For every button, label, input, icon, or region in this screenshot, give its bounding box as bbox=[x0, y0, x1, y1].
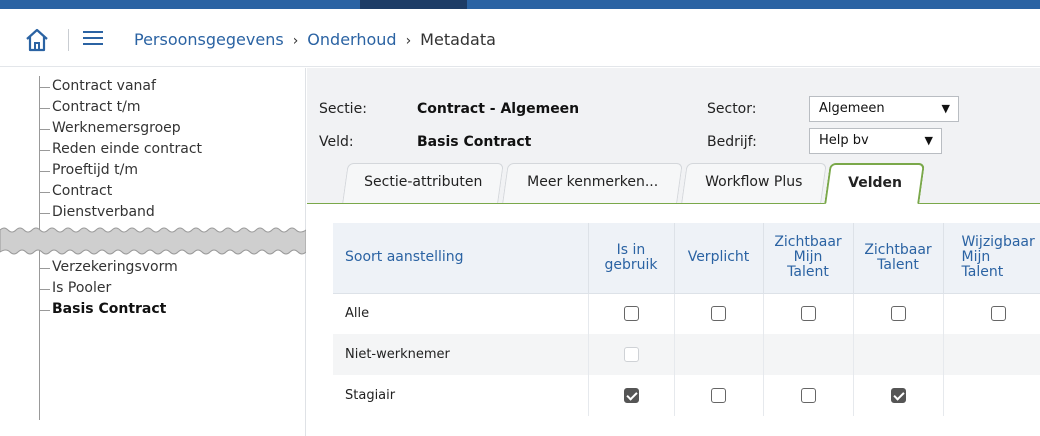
field-tree: Contract vanaf Contract t/m Werknemersgr… bbox=[0, 76, 202, 420]
sector-label: Sector: bbox=[707, 101, 757, 117]
checkbox[interactable] bbox=[800, 388, 816, 403]
breadcrumb: Persoonsgegevens › Onderhoud › Metadata bbox=[134, 30, 496, 49]
checkbox bbox=[623, 347, 639, 362]
tree-item-contract[interactable]: Contract bbox=[0, 181, 202, 202]
velden-content: Soort aanstelling Is in gebruik Verplich… bbox=[307, 204, 1040, 436]
table-cell bbox=[587, 375, 674, 416]
table-cell bbox=[587, 334, 674, 375]
column-header-zichtbaar-talent[interactable]: Zichtbaar Talent bbox=[852, 223, 943, 294]
tree-item-dienstverband[interactable]: Dienstverband bbox=[0, 202, 202, 223]
table-cell bbox=[942, 375, 1040, 416]
tab-sectie-attributen[interactable]: Sectie-attributen bbox=[342, 163, 504, 203]
tree-item-is-pooler[interactable]: Is Pooler bbox=[0, 278, 202, 299]
column-header-verplicht[interactable]: Verplicht bbox=[673, 223, 763, 294]
column-header-zichtbaar-mijn-talent[interactable]: Zichtbaar Mijn Talent bbox=[762, 223, 853, 294]
veld-label: Veld: bbox=[319, 134, 354, 150]
table-cell bbox=[673, 293, 763, 334]
tree-item-contract-tm[interactable]: Contract t/m bbox=[0, 97, 202, 118]
column-header-wijzigbaar-mijn-talent[interactable]: Wijzigbaar Mijn Talent bbox=[942, 223, 1040, 294]
table-row: Stagiair bbox=[333, 375, 1040, 416]
breadcrumb-current: Metadata bbox=[420, 30, 496, 49]
table-cell bbox=[852, 334, 943, 375]
table-cell bbox=[762, 334, 853, 375]
table-row: Niet-werknemer bbox=[333, 334, 1040, 375]
tree-item-werknemersgroep[interactable]: Werknemersgroep bbox=[0, 118, 202, 139]
checkbox[interactable] bbox=[711, 306, 726, 322]
tree-item-basis-contract[interactable]: Basis Contract bbox=[0, 299, 202, 320]
table-header-row: Soort aanstelling Is in gebruik Verplich… bbox=[333, 223, 1040, 294]
checkbox[interactable] bbox=[800, 306, 816, 322]
tree-item-contract-vanaf[interactable]: Contract vanaf bbox=[0, 76, 202, 97]
checkbox[interactable] bbox=[623, 388, 639, 403]
table-cell bbox=[942, 293, 1040, 334]
field-tree-panel: Contract vanaf Contract t/m Werknemersgr… bbox=[0, 68, 306, 436]
bedrijf-label: Bedrijf: bbox=[707, 134, 757, 150]
checkbox[interactable] bbox=[990, 306, 1006, 322]
bedrijf-select-value: Help bv bbox=[819, 133, 869, 148]
table-cell bbox=[673, 375, 763, 416]
detail-panel: Sectie: Contract - Algemeen Veld: Basis … bbox=[307, 68, 1040, 436]
top-accent-bar bbox=[0, 0, 1040, 9]
column-header-soort-aanstelling[interactable]: Soort aanstelling bbox=[333, 223, 588, 294]
chevron-down-icon: ▼ bbox=[941, 102, 950, 115]
header-divider bbox=[68, 29, 69, 51]
table-cell bbox=[587, 293, 674, 334]
chevron-right-icon: › bbox=[292, 33, 299, 49]
field-settings-table: Soort aanstelling Is in gebruik Verplich… bbox=[333, 223, 1040, 416]
tree-item-verzekeringsvorm[interactable]: Verzekeringsvorm bbox=[0, 257, 202, 278]
breadcrumb-link-onderhoud[interactable]: Onderhoud bbox=[307, 30, 396, 49]
tab-workflow-plus[interactable]: Workflow Plus bbox=[681, 163, 827, 203]
row-label: Stagiair bbox=[345, 388, 396, 403]
chevron-down-icon: ▼ bbox=[924, 134, 933, 147]
top-accent-segment bbox=[360, 0, 467, 9]
checkbox[interactable] bbox=[623, 306, 639, 322]
home-icon[interactable] bbox=[24, 27, 50, 53]
bedrijf-select[interactable]: Help bv ▼ bbox=[809, 128, 942, 154]
checkbox[interactable] bbox=[890, 388, 906, 403]
row-label: Niet-werknemer bbox=[333, 334, 588, 375]
checkbox[interactable] bbox=[711, 388, 726, 403]
column-header-is-in-gebruik[interactable]: Is in gebruik bbox=[587, 223, 674, 294]
row-label: Alle bbox=[345, 306, 370, 322]
sectie-label: Sectie: bbox=[319, 101, 367, 117]
table-row: Alle bbox=[333, 293, 1040, 334]
sectie-value: Contract - Algemeen bbox=[417, 101, 580, 117]
torn-edge-divider bbox=[0, 227, 306, 255]
header: Persoonsgegevens › Onderhoud › Metadata bbox=[0, 9, 1040, 67]
tab-velden[interactable]: Velden bbox=[824, 163, 925, 205]
tree-item-reden-einde-contract[interactable]: Reden einde contract bbox=[0, 139, 202, 160]
menu-icon[interactable] bbox=[83, 31, 103, 47]
sector-select-value: Algemeen bbox=[819, 101, 885, 116]
checkbox[interactable] bbox=[890, 306, 906, 322]
table-cell bbox=[852, 293, 943, 334]
tab-meer-kenmerken[interactable]: Meer kenmerken... bbox=[502, 163, 683, 203]
table-cell bbox=[673, 334, 763, 375]
chevron-right-icon: › bbox=[405, 33, 412, 49]
tab-bar: Sectie-attributen Meer kenmerken... Work… bbox=[307, 163, 1040, 205]
veld-value: Basis Contract bbox=[417, 134, 532, 150]
table-cell bbox=[942, 334, 1040, 375]
table-cell bbox=[762, 375, 853, 416]
table-cell bbox=[762, 293, 853, 334]
tree-item-proeftijd-tm[interactable]: Proeftijd t/m bbox=[0, 160, 202, 181]
sector-select[interactable]: Algemeen ▼ bbox=[809, 96, 959, 122]
table-cell bbox=[852, 375, 943, 416]
breadcrumb-link-persoonsgegevens[interactable]: Persoonsgegevens bbox=[134, 30, 284, 49]
